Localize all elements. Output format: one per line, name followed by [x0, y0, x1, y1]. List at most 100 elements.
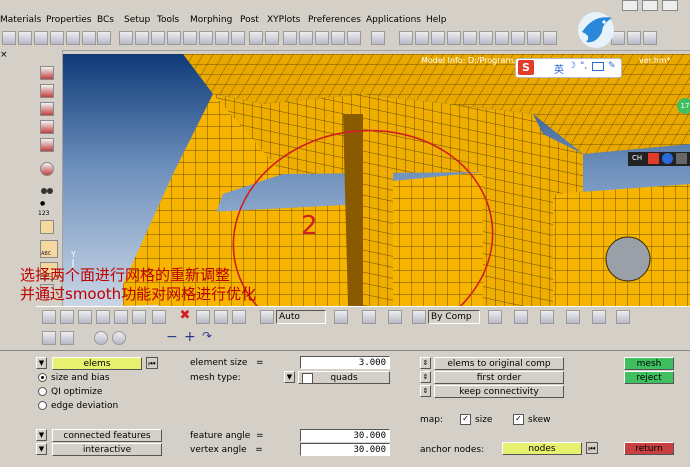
component-icon[interactable]: [214, 310, 228, 324]
axis-icon[interactable]: [50, 31, 64, 45]
delete-icon[interactable]: ✖: [178, 309, 192, 324]
radio-edge-deviation[interactable]: edge deviation: [38, 401, 118, 411]
menu-morphing[interactable]: Morphing: [190, 15, 232, 25]
elems-selector-button[interactable]: elems: [52, 357, 142, 370]
menu-tools[interactable]: Tools: [157, 15, 179, 25]
reset-nodes-icon[interactable]: ⏮: [586, 442, 598, 454]
restore-icon[interactable]: [642, 0, 658, 11]
z-axis-icon[interactable]: [34, 31, 48, 45]
cube-view-icon[interactable]: [463, 31, 477, 45]
mesh-button[interactable]: mesh: [624, 357, 674, 370]
menu-help[interactable]: Help: [426, 15, 447, 25]
mask-icon[interactable]: [643, 31, 657, 45]
tray-ime-icon[interactable]: [648, 153, 659, 164]
display-mode-icon[interactable]: [260, 310, 274, 324]
size-checkbox[interactable]: ✓ size: [460, 414, 492, 425]
zoom-icon[interactable]: [135, 31, 149, 45]
fit-icon[interactable]: [215, 31, 229, 45]
cube-view-icon[interactable]: [511, 31, 525, 45]
component-icon[interactable]: [40, 66, 54, 80]
undo-icon[interactable]: [132, 331, 146, 345]
menu-post[interactable]: Post: [240, 15, 259, 25]
info-icon[interactable]: ●: [40, 200, 45, 207]
ime-lang-toggle[interactable]: 英: [554, 61, 564, 76]
wrench-icon[interactable]: ✎: [608, 61, 616, 71]
refresh-icon[interactable]: [231, 31, 245, 45]
element-size-input[interactable]: 3.000: [300, 356, 390, 369]
elems-to-original-button[interactable]: elems to original comp: [434, 357, 564, 370]
view-icon[interactable]: [315, 31, 329, 45]
zoom-box-icon[interactable]: [151, 31, 165, 45]
save-view-icon[interactable]: [97, 31, 111, 45]
mesh-type-switch[interactable]: ▼: [284, 371, 295, 383]
help-icon[interactable]: [662, 153, 673, 164]
rotate-icon[interactable]: [249, 31, 263, 45]
connected-features-switch[interactable]: ▼: [36, 429, 47, 441]
keep-connectivity-button[interactable]: keep connectivity: [434, 385, 564, 398]
view-icon[interactable]: [347, 31, 361, 45]
component-icon[interactable]: [78, 310, 92, 324]
comp-select[interactable]: By Comp: [428, 310, 480, 324]
first-order-switch[interactable]: ⇕: [420, 371, 431, 383]
menu-setup[interactable]: Setup: [124, 15, 150, 25]
panel-close-x[interactable]: ×: [0, 50, 14, 62]
interactive-button[interactable]: interactive: [52, 443, 162, 456]
menu-bcs[interactable]: BCs: [97, 15, 114, 25]
menu-preferences[interactable]: Preferences: [308, 15, 361, 25]
view-icon[interactable]: [265, 31, 279, 45]
vertex-angle-input[interactable]: 30.000: [300, 443, 390, 456]
cube-view-icon[interactable]: [479, 31, 493, 45]
grid-icon[interactable]: [42, 331, 56, 345]
wrench-icon[interactable]: [60, 331, 74, 345]
nodes-selector-button[interactable]: nodes: [502, 442, 582, 455]
label-icon[interactable]: [40, 220, 54, 234]
display-icon[interactable]: [592, 310, 606, 324]
binoculars-icon[interactable]: [40, 182, 54, 196]
minus-icon[interactable]: −: [166, 329, 178, 345]
component-icon[interactable]: [114, 310, 128, 324]
cube-view-icon[interactable]: [543, 31, 557, 45]
plus-icon[interactable]: +: [184, 329, 196, 345]
return-button[interactable]: return: [624, 442, 674, 455]
skew-checkbox[interactable]: ✓ skew: [513, 414, 550, 425]
pan-icon[interactable]: [183, 31, 197, 45]
keep-connectivity-switch[interactable]: ⇕: [420, 385, 431, 397]
component-icon[interactable]: [40, 120, 54, 134]
component-icon[interactable]: [42, 310, 56, 324]
view-icon[interactable]: [299, 31, 313, 45]
view-icon[interactable]: [371, 31, 385, 45]
mask-icon[interactable]: [627, 31, 641, 45]
cube-view-icon[interactable]: [388, 310, 402, 324]
radio-ql-optimize[interactable]: QI optimize: [38, 387, 102, 397]
keyboard-icon[interactable]: [592, 62, 604, 71]
label-abc-icon[interactable]: ABC: [40, 240, 58, 258]
component-icon[interactable]: [40, 84, 54, 98]
menu-properties[interactable]: Properties: [46, 15, 91, 25]
y-axis-icon[interactable]: [18, 31, 32, 45]
interactive-switch[interactable]: ▼: [36, 443, 47, 455]
tray-lang-label[interactable]: CH: [632, 154, 642, 162]
x-axis-icon[interactable]: [2, 31, 16, 45]
reject-button[interactable]: reject: [624, 371, 674, 384]
feature-angle-input[interactable]: 30.000: [300, 429, 390, 442]
cube-view-icon[interactable]: [488, 310, 502, 324]
redo-icon[interactable]: ↷: [202, 329, 212, 343]
component-icon[interactable]: [196, 310, 210, 324]
component-icon[interactable]: [232, 310, 246, 324]
measure-icon[interactable]: [431, 31, 445, 45]
display-icon[interactable]: [566, 310, 580, 324]
mesh-type-button[interactable]: quads: [298, 371, 390, 384]
back-arrow-icon[interactable]: [94, 331, 108, 345]
elems-to-original-switch[interactable]: ⇕: [420, 357, 431, 369]
rotate-icon[interactable]: [199, 31, 213, 45]
measure-icon[interactable]: [415, 31, 429, 45]
component-icon[interactable]: [152, 310, 166, 324]
search-icon[interactable]: [119, 31, 133, 45]
reset-selection-icon[interactable]: ⏮: [146, 357, 158, 369]
component-icon[interactable]: [40, 102, 54, 116]
forward-arrow-icon[interactable]: [112, 331, 126, 345]
view-icon[interactable]: [283, 31, 297, 45]
component-icon[interactable]: [60, 310, 74, 324]
display-icon[interactable]: [362, 310, 376, 324]
menu-materials[interactable]: Materials: [0, 15, 41, 25]
